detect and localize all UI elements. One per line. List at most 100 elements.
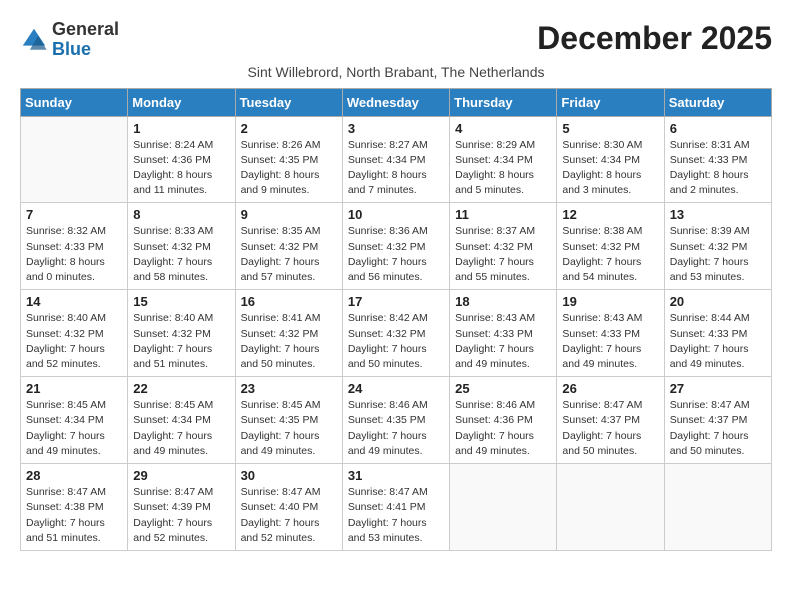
calendar-week-row: 28Sunrise: 8:47 AMSunset: 4:38 PMDayligh… <box>21 464 772 551</box>
day-number: 28 <box>26 468 122 483</box>
calendar-week-row: 21 Sunrise: 8:45 AMSunset: 4:34 PMDayligh… <box>21 377 772 464</box>
day-number: 16 <box>241 294 337 309</box>
logo-text: General Blue <box>52 20 119 60</box>
day-info: Sunrise: 8:45 AMSunset: 4:34 PMDaylight:… <box>133 398 229 459</box>
title-block: December 2025 <box>537 20 772 57</box>
day-info: Sunrise: 8:46 AMSunset: 4:35 PMDaylight:… <box>348 398 444 459</box>
calendar-day-cell <box>450 464 557 551</box>
location: Sint Willebrord, North Brabant, The Neth… <box>20 64 772 80</box>
day-info: Sunrise: 8:24 AMSunset: 4:36 PMDaylight:… <box>133 138 229 199</box>
day-number: 15 <box>133 294 229 309</box>
day-info: Sunrise: 8:45 AMSunset: 4:35 PMDaylight:… <box>241 398 337 459</box>
day-number: 27 <box>670 381 766 396</box>
day-number: 14 <box>26 294 122 309</box>
calendar-day-cell: 11 Sunrise: 8:37 AMSunset: 4:32 PMDayligh… <box>450 203 557 290</box>
day-number: 18 <box>455 294 551 309</box>
day-number: 22 <box>133 381 229 396</box>
day-info: Sunrise: 8:32 AMSunset: 4:33 PMDaylight:… <box>26 224 122 285</box>
day-info: Sunrise: 8:35 AMSunset: 4:32 PMDaylight:… <box>241 224 337 285</box>
calendar-week-row: 14 Sunrise: 8:40 AMSunset: 4:32 PMDayligh… <box>21 290 772 377</box>
day-number: 30 <box>241 468 337 483</box>
calendar-day-cell: 22 Sunrise: 8:45 AMSunset: 4:34 PMDayligh… <box>128 377 235 464</box>
calendar-day-cell: 4 Sunrise: 8:29 AMSunset: 4:34 PMDaylight… <box>450 116 557 203</box>
day-number: 4 <box>455 121 551 136</box>
day-info: Sunrise: 8:44 AMSunset: 4:33 PMDaylight:… <box>670 311 766 372</box>
day-number: 29 <box>133 468 229 483</box>
calendar-day-cell: 30 Sunrise: 8:47 AMSunset: 4:40 PMDayligh… <box>235 464 342 551</box>
day-number: 5 <box>562 121 658 136</box>
calendar-day-cell: 7 Sunrise: 8:32 AMSunset: 4:33 PMDaylight… <box>21 203 128 290</box>
day-number: 12 <box>562 207 658 222</box>
day-number: 2 <box>241 121 337 136</box>
calendar-day-cell: 25 Sunrise: 8:46 AMSunset: 4:36 PMDayligh… <box>450 377 557 464</box>
day-info: Sunrise: 8:45 AMSunset: 4:34 PMDaylight:… <box>26 398 122 459</box>
calendar-day-cell: 2Sunrise: 8:26 AMSunset: 4:35 PMDaylight… <box>235 116 342 203</box>
day-info: Sunrise: 8:47 AMSunset: 4:41 PMDaylight:… <box>348 485 444 546</box>
calendar-day-cell: 26Sunrise: 8:47 AMSunset: 4:37 PMDayligh… <box>557 377 664 464</box>
calendar-day-cell: 20 Sunrise: 8:44 AMSunset: 4:33 PMDayligh… <box>664 290 771 377</box>
day-info: Sunrise: 8:40 AMSunset: 4:32 PMDaylight:… <box>26 311 122 372</box>
day-number: 21 <box>26 381 122 396</box>
calendar-day-cell: 16 Sunrise: 8:41 AMSunset: 4:32 PMDayligh… <box>235 290 342 377</box>
calendar-day-cell: 3Sunrise: 8:27 AMSunset: 4:34 PMDaylight… <box>342 116 449 203</box>
month-title: December 2025 <box>537 20 772 57</box>
calendar-day-cell: 15 Sunrise: 8:40 AMSunset: 4:32 PMDayligh… <box>128 290 235 377</box>
calendar-day-cell: 5 Sunrise: 8:30 AMSunset: 4:34 PMDaylight… <box>557 116 664 203</box>
day-number: 20 <box>670 294 766 309</box>
day-info: Sunrise: 8:39 AMSunset: 4:32 PMDaylight:… <box>670 224 766 285</box>
calendar-week-row: 1 Sunrise: 8:24 AMSunset: 4:36 PMDaylight… <box>21 116 772 203</box>
calendar-day-cell: 24 Sunrise: 8:46 AMSunset: 4:35 PMDayligh… <box>342 377 449 464</box>
calendar-day-cell: 1 Sunrise: 8:24 AMSunset: 4:36 PMDaylight… <box>128 116 235 203</box>
calendar-day-cell: 27Sunrise: 8:47 AMSunset: 4:37 PMDayligh… <box>664 377 771 464</box>
calendar-day-cell <box>664 464 771 551</box>
day-number: 9 <box>241 207 337 222</box>
day-number: 8 <box>133 207 229 222</box>
day-number: 11 <box>455 207 551 222</box>
day-number: 24 <box>348 381 444 396</box>
day-number: 13 <box>670 207 766 222</box>
day-number: 17 <box>348 294 444 309</box>
calendar-day-cell <box>557 464 664 551</box>
day-info: Sunrise: 8:37 AMSunset: 4:32 PMDaylight:… <box>455 224 551 285</box>
day-number: 1 <box>133 121 229 136</box>
day-info: Sunrise: 8:46 AMSunset: 4:36 PMDaylight:… <box>455 398 551 459</box>
calendar-day-cell: 17 Sunrise: 8:42 AMSunset: 4:32 PMDayligh… <box>342 290 449 377</box>
calendar-day-cell: 13 Sunrise: 8:39 AMSunset: 4:32 PMDayligh… <box>664 203 771 290</box>
calendar-week-row: 7 Sunrise: 8:32 AMSunset: 4:33 PMDaylight… <box>21 203 772 290</box>
calendar-day-cell: 14 Sunrise: 8:40 AMSunset: 4:32 PMDayligh… <box>21 290 128 377</box>
day-info: Sunrise: 8:41 AMSunset: 4:32 PMDaylight:… <box>241 311 337 372</box>
calendar-day-cell: 12 Sunrise: 8:38 AMSunset: 4:32 PMDayligh… <box>557 203 664 290</box>
calendar-day-cell: 23Sunrise: 8:45 AMSunset: 4:35 PMDayligh… <box>235 377 342 464</box>
weekday-header-thursday: Thursday <box>450 88 557 116</box>
day-info: Sunrise: 8:27 AMSunset: 4:34 PMDaylight:… <box>348 138 444 199</box>
day-info: Sunrise: 8:42 AMSunset: 4:32 PMDaylight:… <box>348 311 444 372</box>
weekday-header-monday: Monday <box>128 88 235 116</box>
day-number: 7 <box>26 207 122 222</box>
logo: General Blue <box>20 20 119 60</box>
day-info: Sunrise: 8:30 AMSunset: 4:34 PMDaylight:… <box>562 138 658 199</box>
weekday-header-friday: Friday <box>557 88 664 116</box>
calendar-day-cell: 9 Sunrise: 8:35 AMSunset: 4:32 PMDaylight… <box>235 203 342 290</box>
day-number: 31 <box>348 468 444 483</box>
day-info: Sunrise: 8:33 AMSunset: 4:32 PMDaylight:… <box>133 224 229 285</box>
day-number: 19 <box>562 294 658 309</box>
day-number: 6 <box>670 121 766 136</box>
day-info: Sunrise: 8:40 AMSunset: 4:32 PMDaylight:… <box>133 311 229 372</box>
day-info: Sunrise: 8:29 AMSunset: 4:34 PMDaylight:… <box>455 138 551 199</box>
weekday-header-tuesday: Tuesday <box>235 88 342 116</box>
calendar-day-cell: 10 Sunrise: 8:36 AMSunset: 4:32 PMDayligh… <box>342 203 449 290</box>
calendar-table: SundayMondayTuesdayWednesdayThursdayFrid… <box>20 88 772 551</box>
day-number: 10 <box>348 207 444 222</box>
weekday-header-saturday: Saturday <box>664 88 771 116</box>
day-number: 25 <box>455 381 551 396</box>
day-info: Sunrise: 8:47 AMSunset: 4:37 PMDaylight:… <box>562 398 658 459</box>
page-header: General Blue December 2025 <box>20 20 772 60</box>
day-info: Sunrise: 8:38 AMSunset: 4:32 PMDaylight:… <box>562 224 658 285</box>
day-info: Sunrise: 8:43 AMSunset: 4:33 PMDaylight:… <box>455 311 551 372</box>
calendar-day-cell: 18 Sunrise: 8:43 AMSunset: 4:33 PMDayligh… <box>450 290 557 377</box>
day-info: Sunrise: 8:47 AMSunset: 4:40 PMDaylight:… <box>241 485 337 546</box>
calendar-day-cell: 19 Sunrise: 8:43 AMSunset: 4:33 PMDayligh… <box>557 290 664 377</box>
day-info: Sunrise: 8:43 AMSunset: 4:33 PMDaylight:… <box>562 311 658 372</box>
weekday-header-wednesday: Wednesday <box>342 88 449 116</box>
day-info: Sunrise: 8:36 AMSunset: 4:32 PMDaylight:… <box>348 224 444 285</box>
